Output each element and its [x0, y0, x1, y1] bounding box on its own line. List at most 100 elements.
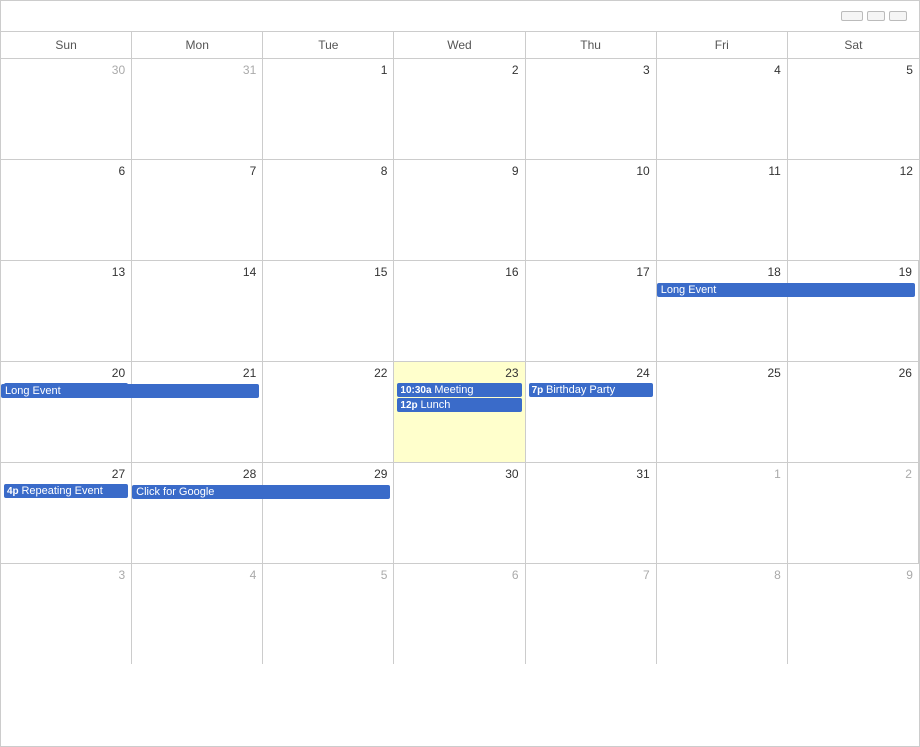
day-number: 8 [266, 162, 390, 180]
day-number: 26 [791, 364, 915, 382]
day-number: 14 [135, 263, 259, 281]
day-number: 21 [135, 364, 259, 382]
week-row: 13 141516 1718Long Event19 Long Event [1, 261, 919, 362]
event-time: 4p [7, 486, 21, 497]
day-number: 11 [660, 162, 784, 180]
calendar-event-span[interactable]: Long Event [1, 384, 259, 398]
day-number: 27 [4, 465, 128, 483]
day-cell: 247p Birthday Party [526, 362, 657, 462]
day-number: 9 [397, 162, 521, 180]
day-number: 5 [266, 566, 390, 584]
day-number: 24 [529, 364, 653, 382]
day-cell: 4 [132, 564, 263, 664]
day-number: 25 [660, 364, 784, 382]
day-number: 28 [135, 465, 259, 483]
day-cell: 1 [657, 463, 788, 563]
day-header-thu: Thu [526, 32, 657, 58]
day-cell: 18Long Event [657, 261, 788, 361]
calendar-header [1, 1, 919, 32]
day-number: 30 [397, 465, 521, 483]
day-cell: 11 [657, 160, 788, 260]
day-cell: 4 [657, 59, 788, 159]
week-row: 3456789 [1, 564, 919, 664]
day-cell: 12 [788, 160, 919, 260]
day-cell: 14 [132, 261, 263, 361]
day-header-tue: Tue [263, 32, 394, 58]
day-cell: 10 [526, 160, 657, 260]
week-row: 274p Repeating Event28Click for Google29… [1, 463, 919, 564]
day-cell: 2 [788, 463, 919, 563]
day-cell: 6 [394, 564, 525, 664]
day-cell: 20Long Event4p Repeating Event [1, 362, 132, 462]
calendar-event-span[interactable]: Click for Google [132, 485, 390, 499]
day-cell: 21 [132, 362, 263, 462]
day-number: 2 [791, 465, 915, 483]
day-number: 4 [135, 566, 259, 584]
day-number: 22 [266, 364, 390, 382]
day-cell: 7 [132, 160, 263, 260]
day-cell: 28Click for Google [132, 463, 263, 563]
day-number: 16 [397, 263, 521, 281]
day-number: 8 [660, 566, 784, 584]
day-cell: 30 [1, 59, 132, 159]
week-row: 6789 10 1112 [1, 160, 919, 261]
day-cell: 3 [526, 59, 657, 159]
next-button[interactable] [889, 11, 907, 21]
calendar-grid: 30311All Day Event2345678910111213141516… [1, 59, 919, 664]
calendar-event[interactable]: 7p Birthday Party [529, 383, 653, 397]
day-number: 6 [4, 162, 128, 180]
day-number: 7 [135, 162, 259, 180]
prev-button[interactable] [867, 11, 885, 21]
day-number: 3 [529, 61, 653, 79]
day-number: 1 [266, 61, 390, 79]
day-number: 31 [135, 61, 259, 79]
calendar-event[interactable]: 12p Lunch [397, 398, 521, 412]
day-cell: 31 [132, 59, 263, 159]
day-cell: 19 [788, 261, 919, 361]
day-number: 6 [397, 566, 521, 584]
day-cell: 7 [526, 564, 657, 664]
day-cell: 29 [263, 463, 394, 563]
day-cell: 26 [788, 362, 919, 462]
day-header-sun: Sun [1, 32, 132, 58]
day-header-mon: Mon [132, 32, 263, 58]
event-time: 12p [400, 400, 420, 411]
day-cell: 16 [394, 261, 525, 361]
today-button[interactable] [841, 11, 863, 21]
day-number: 13 [4, 263, 128, 281]
day-cell: 2310:30a Meeting12p Lunch [394, 362, 525, 462]
day-number: 30 [4, 61, 128, 79]
event-time: 10:30a [400, 385, 434, 396]
day-cell: 2 [394, 59, 525, 159]
event-time: 7p [532, 385, 546, 396]
day-cell: 6 [1, 160, 132, 260]
day-header-wed: Wed [394, 32, 525, 58]
calendar-event[interactable]: 10:30a Meeting [397, 383, 521, 397]
calendar: SunMonTueWedThuFriSat 30311All Day Event… [0, 0, 920, 747]
nav-controls [841, 11, 907, 21]
day-number: 18 [660, 263, 784, 281]
day-cell: 17 [526, 261, 657, 361]
calendar-event-span[interactable]: Long Event [657, 283, 915, 297]
day-cell: 5 [263, 564, 394, 664]
day-cell: 22 [263, 362, 394, 462]
week-row: 30311All Day Event2345 [1, 59, 919, 160]
day-number: 3 [4, 566, 128, 584]
day-cell: 9 [394, 160, 525, 260]
day-number: 31 [529, 465, 653, 483]
day-header-sat: Sat [788, 32, 919, 58]
day-cell: 15 [263, 261, 394, 361]
day-number: 23 [397, 364, 521, 382]
day-number: 2 [397, 61, 521, 79]
day-cell: 9 [788, 564, 919, 664]
day-number: 4 [660, 61, 784, 79]
day-number: 29 [266, 465, 390, 483]
day-cell: 13 [1, 261, 132, 361]
day-number: 19 [791, 263, 915, 281]
day-cell: 5 [788, 59, 919, 159]
day-cell: 30 [394, 463, 525, 563]
day-number: 10 [529, 162, 653, 180]
calendar-event[interactable]: 4p Repeating Event [4, 484, 128, 498]
day-number: 5 [791, 61, 916, 79]
day-cell: 8 [263, 160, 394, 260]
